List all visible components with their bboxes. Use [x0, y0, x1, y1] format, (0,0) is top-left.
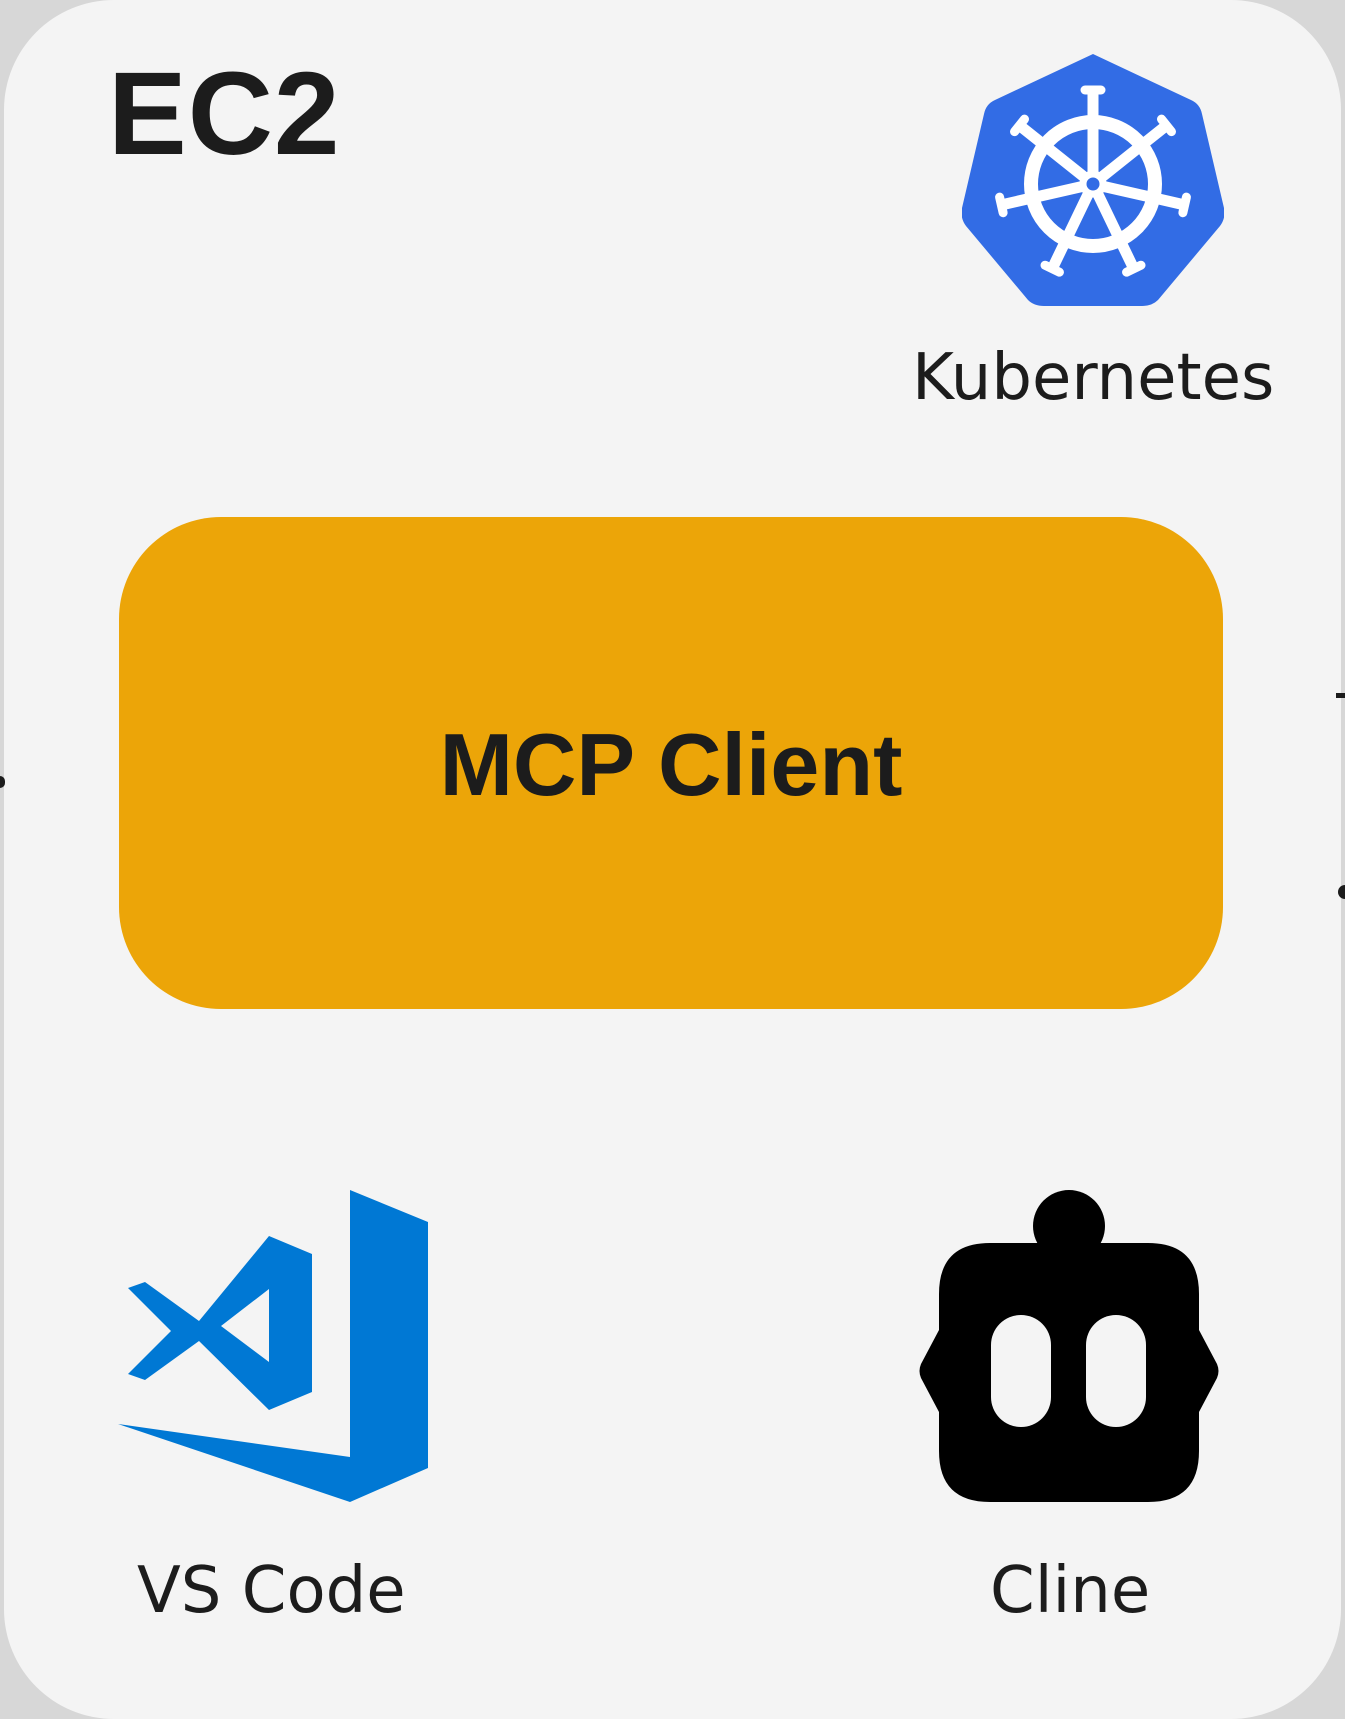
- container-title: EC2: [108, 48, 341, 180]
- cline-robot-icon: [919, 1190, 1219, 1502]
- mcp-client-label: MCP Client: [439, 715, 903, 814]
- diagram-canvas: EC2 Kubernetes MCP Client VS Code Cline: [0, 0, 1345, 1719]
- cline-label: Cline: [990, 1554, 1151, 1628]
- mcp-client-box: MCP Client: [119, 517, 1223, 1009]
- vscode-icon: [118, 1190, 428, 1502]
- kubernetes-label: Kubernetes: [912, 341, 1275, 415]
- connector-stub-right-bottom: [1338, 885, 1345, 899]
- kubernetes-icon: [962, 54, 1224, 306]
- vscode-label: VS Code: [137, 1554, 406, 1628]
- connector-stub-right-top: [1336, 693, 1345, 698]
